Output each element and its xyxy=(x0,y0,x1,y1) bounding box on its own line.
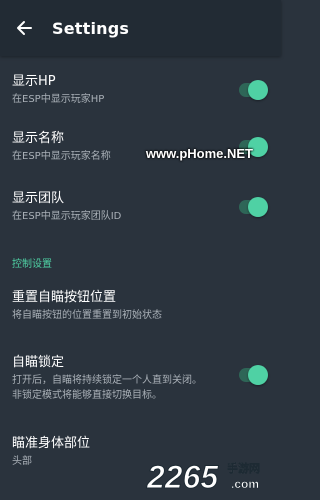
toggle-switch-aim-lock[interactable] xyxy=(239,365,268,385)
toggle-thumb xyxy=(248,80,268,100)
setting-row-show-name[interactable]: 显示名称 在ESP中显示玩家名称 xyxy=(0,117,281,177)
setting-subtitle: 在ESP中显示玩家团队ID xyxy=(12,211,122,222)
subtitle-line: 非锁定模式将能够直接切换目标。 xyxy=(12,389,162,401)
setting-row-show-team[interactable]: 显示团队 在ESP中显示玩家团队ID xyxy=(0,177,281,237)
toggle-thumb xyxy=(248,137,268,157)
setting-title: 显示HP xyxy=(12,74,56,89)
setting-subtitle: 将自瞄按钮的位置重置到初始状态 xyxy=(12,310,162,321)
setting-subtitle: 在ESP中显示玩家HP xyxy=(12,94,105,105)
setting-title: 显示团队 xyxy=(12,191,65,206)
setting-title: 自瞄锁定 xyxy=(12,354,65,370)
setting-title: 重置自瞄按钮位置 xyxy=(12,290,117,305)
setting-row-aim-body-part[interactable]: 瞄准身体部位 头部 xyxy=(0,425,281,479)
setting-subtitle: 在ESP中显示玩家名称 xyxy=(12,151,111,162)
setting-row-reset-aim-button[interactable]: 重置自瞄按钮位置 将自瞄按钮的位置重置到初始状态 xyxy=(0,279,281,333)
toggle-thumb xyxy=(248,365,268,385)
toggle-switch-show-team[interactable] xyxy=(239,197,268,217)
logo-domain: .com xyxy=(231,477,259,491)
setting-title: 瞄准身体部位 xyxy=(12,436,91,451)
app-bar: Settings xyxy=(0,0,281,56)
arrow-left-icon xyxy=(17,21,32,35)
setting-title: 显示名称 xyxy=(12,131,65,146)
page-title: Settings xyxy=(52,18,130,38)
back-button[interactable] xyxy=(4,8,44,48)
setting-subtitle: 打开后，自瞄将持续锁定一个人直到关闭。 非锁定模式将能够直接切换目标。 xyxy=(12,373,269,403)
setting-row-aim-lock[interactable]: 自瞄锁定 打开后，自瞄将持续锁定一个人直到关闭。 非锁定模式将能够直接切换目标。 xyxy=(0,341,281,415)
setting-subtitle: 头部 xyxy=(12,456,32,467)
setting-row-show-hp[interactable]: 显示HP 在ESP中显示玩家HP xyxy=(0,63,281,117)
subtitle-line: 打开后，自瞄将持续锁定一个人直到关闭。 xyxy=(12,374,202,386)
toggle-thumb xyxy=(248,197,268,217)
section-header-controls: 控制设置 xyxy=(12,258,52,270)
toggle-switch-show-hp[interactable] xyxy=(239,80,268,100)
toggle-switch-show-name[interactable] xyxy=(239,137,268,157)
